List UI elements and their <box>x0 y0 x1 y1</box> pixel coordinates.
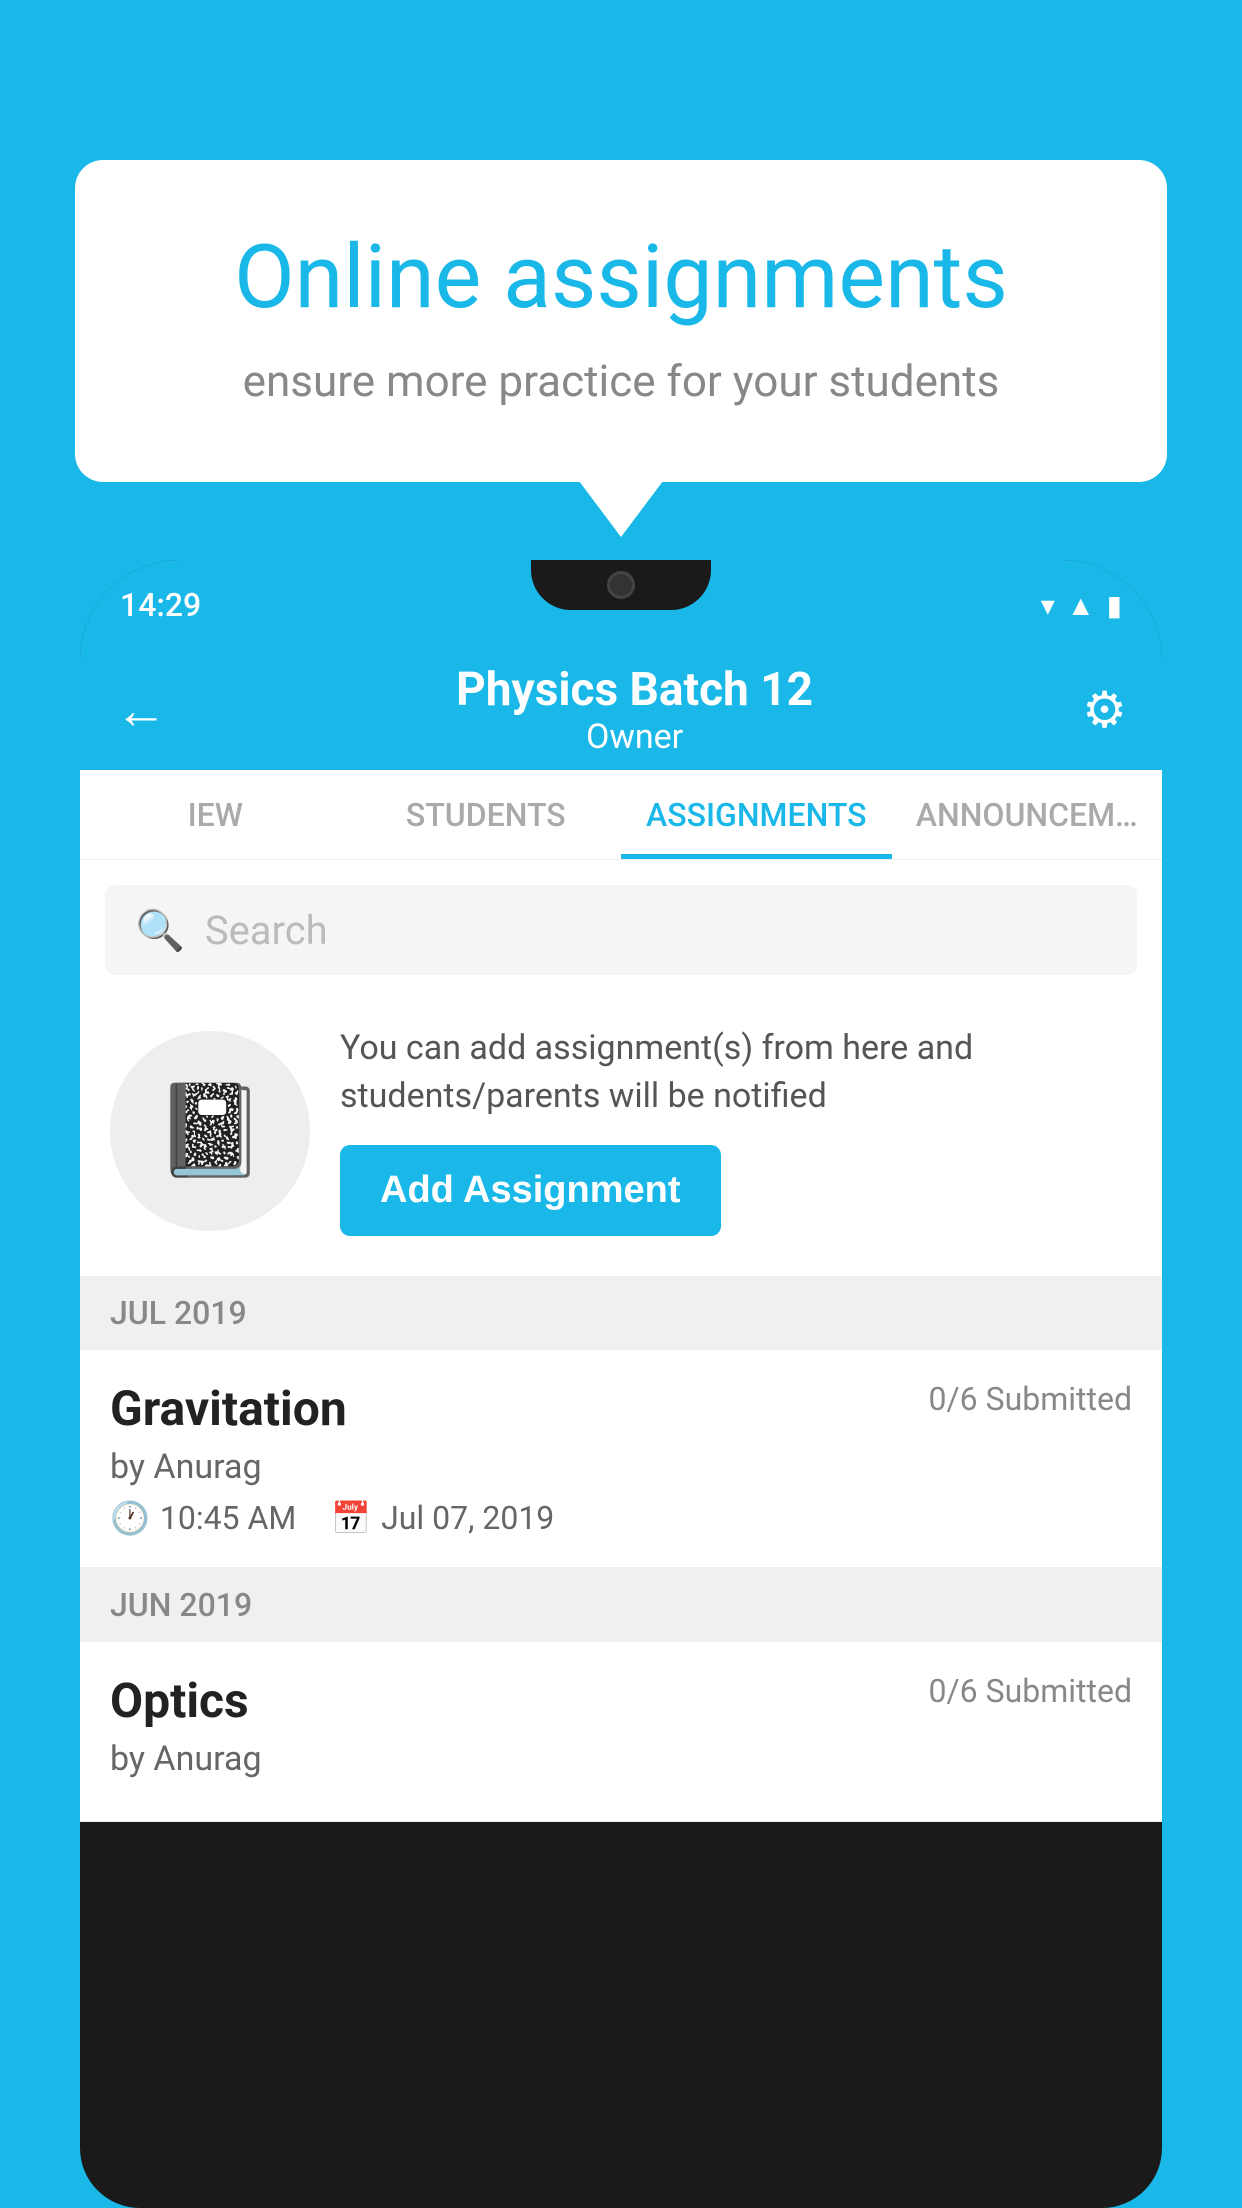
search-icon: 🔍 <box>135 907 185 954</box>
assignment-date-gravitation: 📅 Jul 07, 2019 <box>331 1499 554 1537</box>
app-bar-center: Physics Batch 12 Owner <box>187 663 1082 757</box>
assignment-item-gravitation[interactable]: Gravitation 0/6 Submitted by Anurag 🕐 10… <box>80 1350 1162 1568</box>
phone-notch <box>531 560 711 610</box>
status-icons: ▾ ▲ ▮ <box>1041 589 1122 622</box>
assignment-title-gravitation: Gravitation <box>110 1380 347 1437</box>
app-bar-title: Physics Batch 12 <box>187 663 1082 717</box>
assignment-submitted-optics: 0/6 Submitted <box>928 1672 1132 1710</box>
phone-frame: 14:29 ▾ ▲ ▮ ← Physics Batch 12 Owner ⚙ I… <box>80 560 1162 2208</box>
assignment-meta-gravitation: 🕐 10:45 AM 📅 Jul 07, 2019 <box>110 1499 1132 1537</box>
promo-icon-circle: 📓 <box>110 1031 310 1231</box>
promo-description: You can add assignment(s) from here and … <box>340 1025 1132 1120</box>
status-bar: 14:29 ▾ ▲ ▮ <box>80 560 1162 650</box>
bubble-title: Online assignments <box>155 230 1087 327</box>
tabs-bar: IEW STUDENTS ASSIGNMENTS ANNOUNCEM… <box>80 770 1162 860</box>
assignment-item-optics[interactable]: Optics 0/6 Submitted by Anurag <box>80 1642 1162 1822</box>
tab-students[interactable]: STUDENTS <box>351 770 622 859</box>
search-placeholder: Search <box>205 907 328 954</box>
tab-assignments[interactable]: ASSIGNMENTS <box>621 770 892 859</box>
speech-bubble: Online assignments ensure more practice … <box>75 160 1167 482</box>
assignment-by-gravitation: by Anurag <box>110 1447 1132 1487</box>
clock-icon: 🕐 <box>110 1499 150 1537</box>
tab-announcements[interactable]: ANNOUNCEM… <box>892 770 1163 859</box>
back-button[interactable]: ← <box>115 680 167 741</box>
assignment-submitted-gravitation: 0/6 Submitted <box>928 1380 1132 1418</box>
tab-iew[interactable]: IEW <box>80 770 351 859</box>
camera <box>607 571 635 599</box>
assignment-time-gravitation: 🕐 10:45 AM <box>110 1499 296 1537</box>
battery-icon: ▮ <box>1107 589 1122 622</box>
app-bar: ← Physics Batch 12 Owner ⚙ <box>80 650 1162 770</box>
promo-text-area: You can add assignment(s) from here and … <box>340 1025 1132 1236</box>
promo-section: 📓 You can add assignment(s) from here an… <box>80 995 1162 1276</box>
assignment-title-optics: Optics <box>110 1672 249 1729</box>
status-time: 14:29 <box>120 586 201 624</box>
assignment-top-row: Gravitation 0/6 Submitted <box>110 1380 1132 1437</box>
calendar-icon: 📅 <box>331 1499 371 1537</box>
add-assignment-button[interactable]: Add Assignment <box>340 1145 721 1236</box>
assignment-by-optics: by Anurag <box>110 1739 1132 1779</box>
content-area: 🔍 Search 📓 You can add assignment(s) fro… <box>80 860 1162 1822</box>
wifi-icon: ▾ <box>1041 589 1055 622</box>
notebook-icon: 📓 <box>154 1078 266 1183</box>
settings-icon[interactable]: ⚙ <box>1082 681 1127 740</box>
bubble-subtitle: ensure more practice for your students <box>155 355 1087 407</box>
search-bar[interactable]: 🔍 Search <box>105 885 1137 975</box>
assignment-top-row-optics: Optics 0/6 Submitted <box>110 1672 1132 1729</box>
section-header-jul: JUL 2019 <box>80 1276 1162 1350</box>
speech-bubble-container: Online assignments ensure more practice … <box>75 160 1167 482</box>
section-header-jun: JUN 2019 <box>80 1568 1162 1642</box>
app-bar-subtitle: Owner <box>187 717 1082 757</box>
signal-icon: ▲ <box>1067 589 1095 622</box>
